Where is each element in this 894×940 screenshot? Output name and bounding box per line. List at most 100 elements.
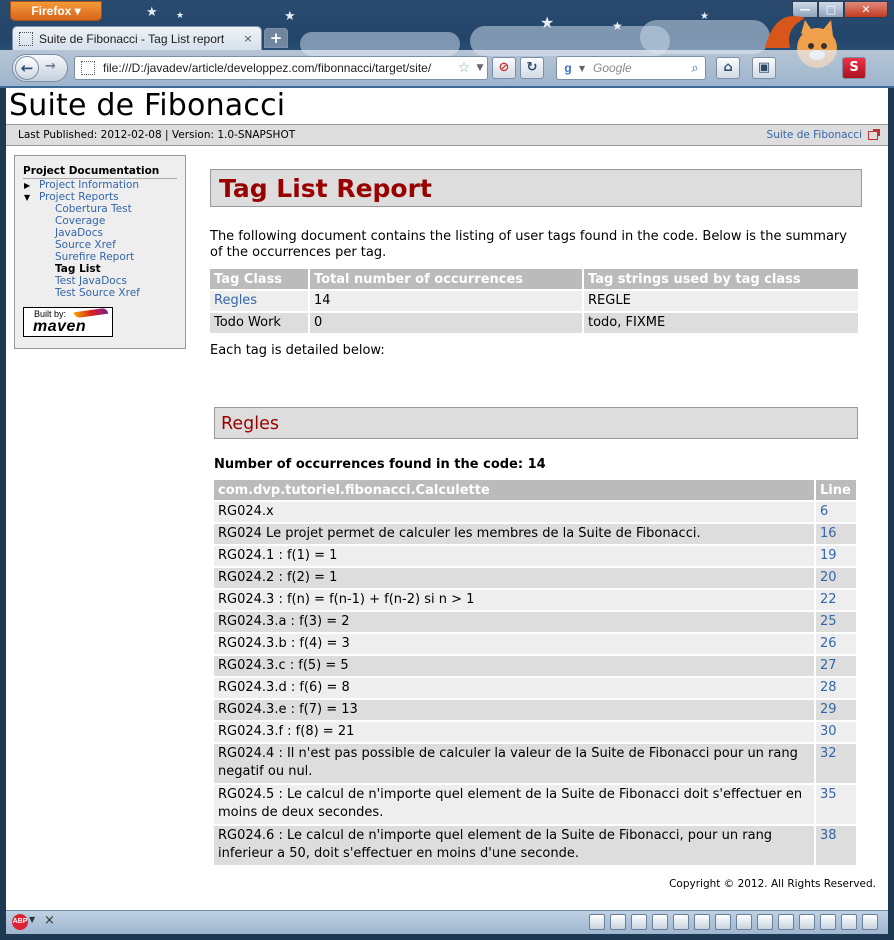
star-icon: ★ [700,11,709,22]
project-home-link[interactable]: Suite de Fibonacci [767,125,880,145]
nav-item-project-reports[interactable]: ▼ Project Reports [23,191,177,203]
home-icon: ⌂ [723,60,733,75]
noscript-icon[interactable] [652,914,668,930]
grid-icon[interactable] [589,914,605,930]
google-engine-icon[interactable]: g [557,61,579,75]
tag-class-link[interactable]: Regles [214,293,257,308]
line-link[interactable]: 27 [820,658,837,673]
line-link[interactable]: 6 [820,504,828,519]
resize-icon[interactable] [862,914,878,930]
browser-tab[interactable]: Suite de Fibonacci - Tag List report × [12,26,262,50]
publish-info: Last Published: 2012-02-08 | Version: 1.… [18,129,296,141]
site-identity-icon[interactable] [81,61,95,75]
nav-item-test-javadocs[interactable]: Test JavaDocs [23,275,177,287]
nav-item-tag-list: Tag List [55,263,101,275]
tab-close-icon[interactable]: × [241,32,255,46]
url-history-dropdown-icon[interactable]: ▼ [473,63,487,73]
nav-heading: Project Documentation [23,165,177,179]
line-cell: 6 [816,502,856,522]
nav-label[interactable]: Project Reports [39,191,119,203]
nav-item-project-information[interactable]: ▶ Project Information [23,179,177,191]
nav-item-javadocs[interactable]: JavaDocs [23,227,177,239]
line-link[interactable]: 28 [820,680,837,695]
search-input[interactable]: Google [589,61,685,75]
printer-icon[interactable] [757,914,773,930]
bookmark-star-icon[interactable]: ☆ [455,60,473,76]
line-link[interactable]: 26 [820,636,837,651]
table-row: RG024.1 : f(1) = 1 19 [214,546,856,566]
line-link[interactable]: 29 [820,702,837,717]
tag-text-cell: RG024.2 : f(2) = 1 [214,568,814,588]
line-cell: 29 [816,700,856,720]
mail-icon[interactable] [631,914,647,930]
regles-section: Regles Number of occurrences found in th… [214,407,858,867]
table-row: RG024.6 : Le calcul de n'importe quel el… [214,826,856,865]
line-link[interactable]: 22 [820,592,837,607]
close-add-on-bar-icon[interactable]: × [44,913,55,928]
bookmarks-menu-icon: ▣ [757,60,771,75]
tag-text-cell: RG024.3.f : f(8) = 21 [214,722,814,742]
magnifier-icon[interactable]: ⌕ [685,61,705,76]
star-icon: ★ [612,19,623,33]
table-row: RG024.3.c : f(5) = 5 27 [214,656,856,676]
breadcrumbs-bar: Last Published: 2012-02-08 | Version: 1.… [6,124,888,146]
close-window-button[interactable]: ✕ [844,1,888,18]
firefox-menu-button[interactable]: Firefox ▾ [10,1,102,21]
shield-icon[interactable] [715,914,731,930]
reload-icon: ↻ [526,60,538,75]
external-link-icon [868,128,880,140]
line-link[interactable]: 30 [820,724,837,739]
line-link[interactable]: 35 [820,787,837,802]
stylish-button[interactable]: S [842,57,866,79]
back-button[interactable]: ← [15,56,39,80]
engine-dropdown-icon[interactable]: ▼ [579,64,589,73]
notes-icon[interactable] [799,914,815,930]
project-link-label[interactable]: Suite de Fibonacci [767,125,862,145]
tag-text-cell: RG024.6 : Le calcul de n'importe quel el… [214,826,814,865]
line-link[interactable]: 20 [820,570,837,585]
class-column-header: com.dvp.tutoriel.fibonacci.Calculette [214,480,814,500]
each-tag-text: Each tag is detailed below: [210,343,385,358]
nav-label[interactable]: Project Information [39,179,139,191]
adblock-dropdown-icon[interactable]: ▼ [29,915,35,924]
nav-item-cobertura-test[interactable]: Cobertura Test [23,203,177,215]
tools-icon[interactable] [841,914,857,930]
table-row: RG024.3 : f(n) = f(n-1) + f(n-2) si n > … [214,590,856,610]
snowflake-icon[interactable] [610,914,626,930]
bookmark-icon[interactable] [736,914,752,930]
reload-button[interactable]: ↻ [520,57,544,79]
search-bar[interactable]: g ▼ Google ⌕ [556,56,706,80]
refresh-icon[interactable] [778,914,794,930]
column-header: Total number of occurrences [310,269,582,289]
line-link[interactable]: 25 [820,614,837,629]
forward-button[interactable]: → [45,59,56,74]
line-cell: 27 [816,656,856,676]
chart-icon[interactable] [820,914,836,930]
built-by-maven-logo[interactable]: Built by: maven [23,307,113,337]
line-link[interactable]: 38 [820,828,837,843]
status-icons [584,914,878,930]
new-tab-button[interactable]: + [264,28,288,48]
nav-item-surefire-report[interactable]: Surefire Report [23,251,177,263]
tag-text-cell: RG024.3.b : f(4) = 3 [214,634,814,654]
line-link[interactable]: 19 [820,548,837,563]
site-banner: Suite de Fibonacci [6,88,888,124]
tag-strings-cell: REGLE [584,291,858,311]
noscript-button[interactable]: ⊘ [492,57,516,79]
address-bar[interactable]: file:///D:/javadev/article/developpez.co… [74,56,488,80]
line-link[interactable]: 32 [820,746,837,761]
nav-item-source-xref[interactable]: Source Xref [23,239,177,251]
table-row: Regles 14 REGLE [210,291,858,311]
nav-item-test-source-xref[interactable]: Test Source Xref [23,287,177,299]
line-link[interactable]: 16 [820,526,837,541]
section-heading-box: Regles [214,407,858,439]
home-button[interactable]: ⌂ [716,57,740,79]
url-text[interactable]: file:///D:/javadev/article/developpez.co… [103,61,455,75]
adblock-plus-icon[interactable]: ABP [12,914,28,930]
bookmarks-button[interactable]: ▣ [752,57,776,79]
nav-item-coverage[interactable]: Coverage [23,215,177,227]
add-on-bar: ABP ▼ × [6,910,888,934]
site-title: Suite de Fibonacci [9,88,286,123]
pen-icon[interactable] [694,914,710,930]
page-icon[interactable] [673,914,689,930]
